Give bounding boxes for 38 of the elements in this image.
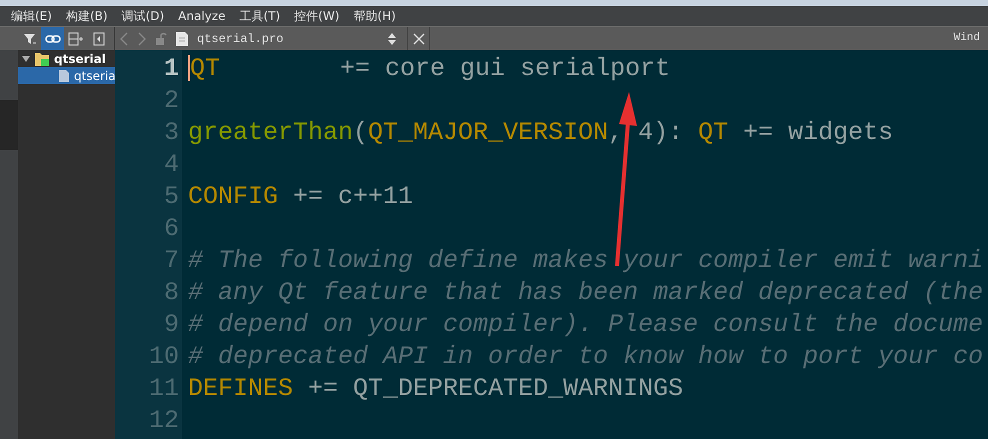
folder-icon	[34, 50, 50, 66]
line-number: 10	[148, 341, 179, 373]
code-line: DEFINES += QT_DEPRECATED_WARNINGS	[188, 374, 684, 403]
line-number: 11	[148, 373, 179, 405]
code-line: # deprecated API in order to know how to port your co	[188, 342, 984, 371]
line-number: 6	[162, 213, 179, 245]
menu-item[interactable]: Analyze	[171, 6, 232, 26]
tree-item[interactable]: qtseria	[18, 67, 115, 84]
code-line: # depend on your compiler). Please consult the docume	[188, 310, 984, 339]
line-number: 8	[162, 277, 179, 309]
file-name: qtseria	[74, 68, 115, 84]
line-number: 4	[162, 149, 179, 181]
project-name: qtserial	[54, 50, 106, 67]
menu-item[interactable]: 构建(B)	[58, 6, 115, 26]
line-number: 1	[162, 53, 179, 85]
menu-item[interactable]: 工具(T)	[232, 6, 288, 26]
line-number: 9	[162, 309, 179, 341]
file-name: qtserial.pro	[197, 30, 284, 48]
code-line: # any Qt feature that has been marked deprecated (the	[188, 278, 984, 307]
code-line: CONFIG += c++11	[188, 182, 414, 211]
window-label: Wind	[954, 31, 980, 46]
line-number: 5	[162, 181, 179, 213]
line-number: 7	[162, 245, 179, 277]
line-number: 2	[162, 85, 179, 117]
code-line: QT += core gui serialport	[190, 54, 670, 83]
menu-item[interactable]: 调试(D)	[114, 6, 172, 26]
code-line: # The following define makes your compiler emit warni	[188, 246, 984, 275]
menu-item[interactable]: 编辑(E)	[4, 6, 59, 26]
text-cursor	[188, 55, 190, 82]
link-icon[interactable]	[41, 27, 64, 50]
line-number: 12	[148, 405, 179, 437]
menu-item[interactable]: 帮助(H)	[346, 6, 403, 26]
menu-item[interactable]: 控件(W)	[287, 6, 346, 26]
tree-item[interactable]: qtserial	[18, 50, 115, 67]
line-number: 3	[162, 117, 179, 149]
file-icon	[58, 68, 70, 82]
file-icon	[175, 30, 189, 46]
code-line: greaterThan(QT_MAJOR_VERSION, 4): QT += widgets	[188, 118, 894, 147]
